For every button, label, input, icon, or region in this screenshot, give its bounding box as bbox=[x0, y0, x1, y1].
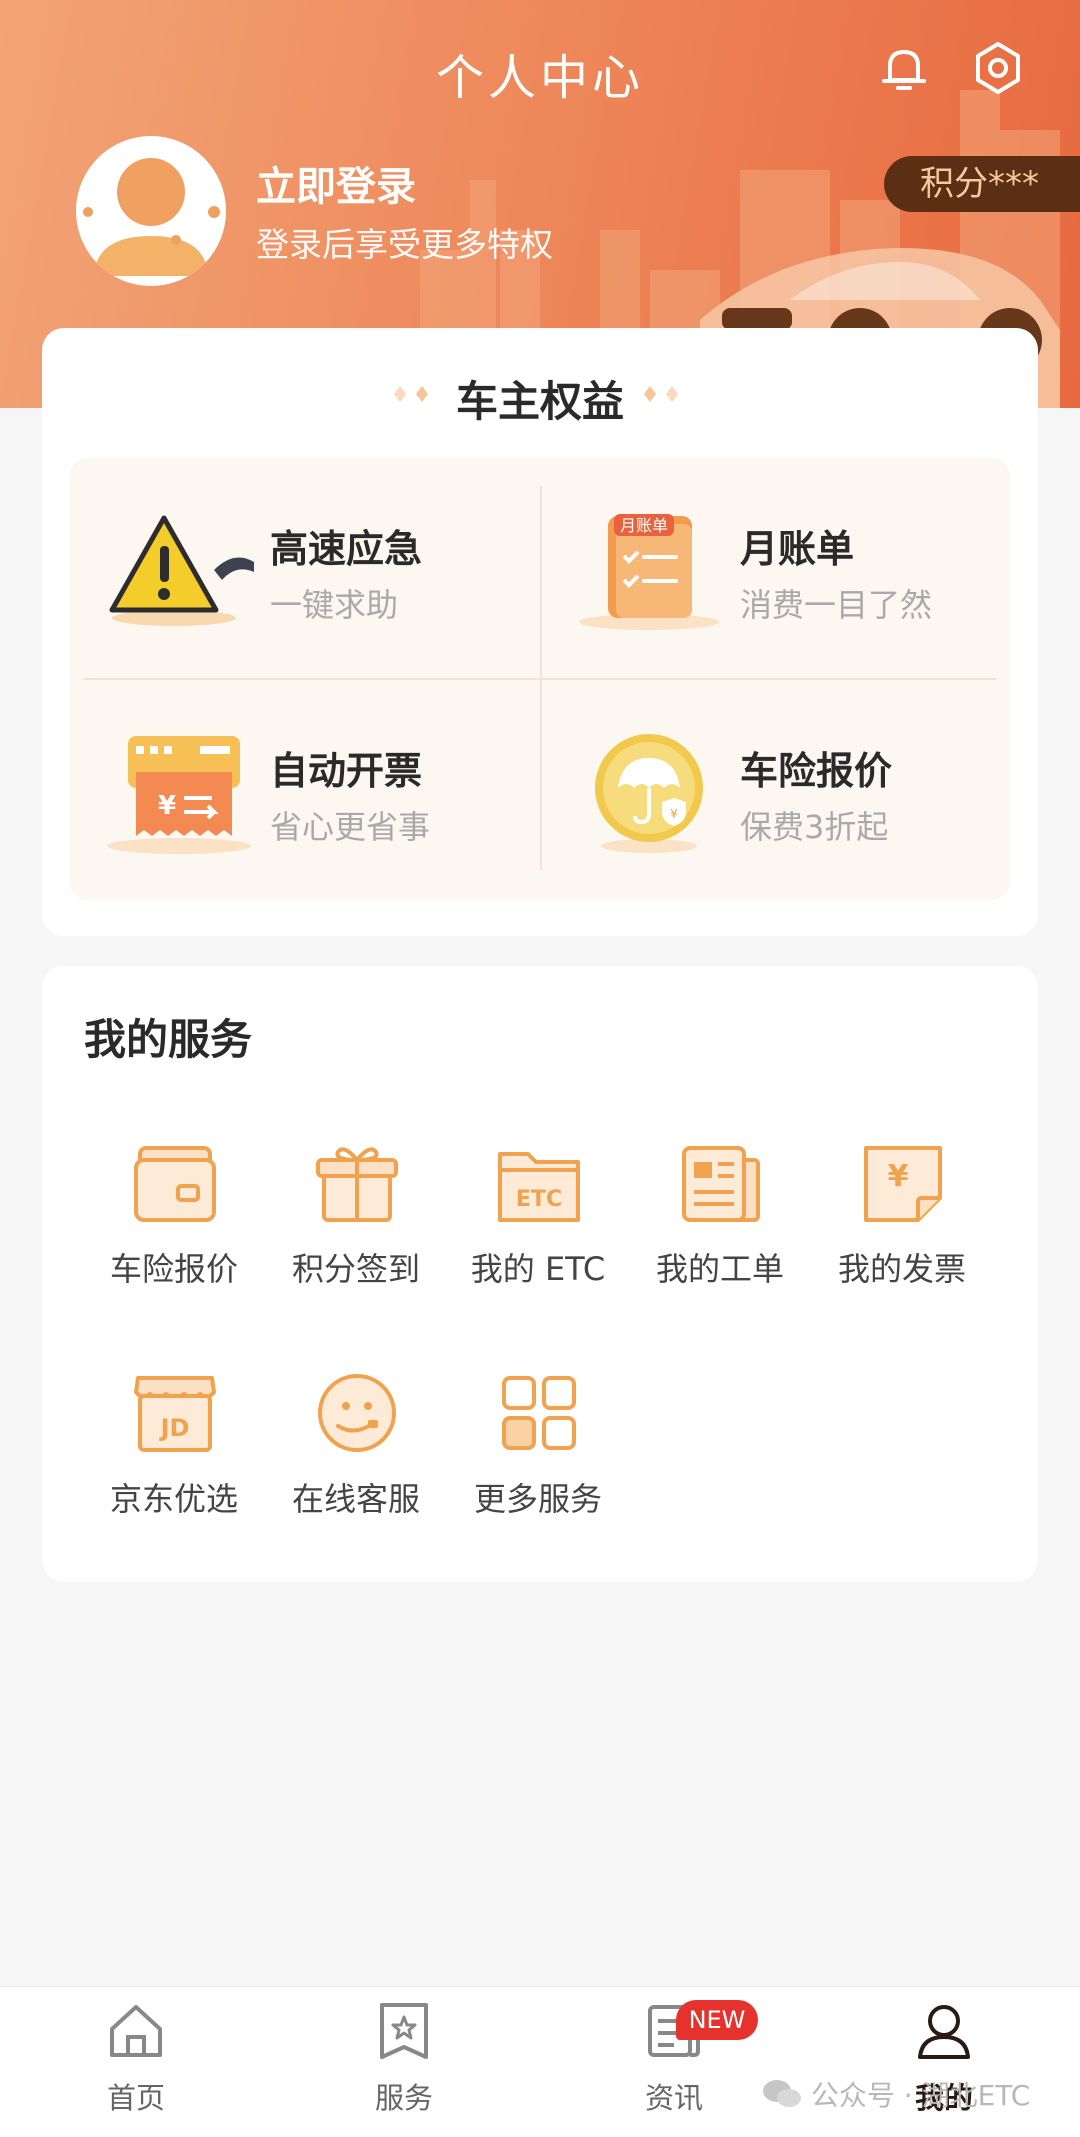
invoice-ticket-icon: ¥ bbox=[107, 736, 251, 854]
monthly-bill-icon-label: 月账单 bbox=[620, 516, 668, 535]
tab-label: 服务 bbox=[374, 2081, 433, 2115]
points-badge[interactable]: 积分*** bbox=[884, 156, 1080, 212]
benefit-subtitle: 保费3折起 bbox=[740, 808, 889, 846]
tab-label: 资讯 bbox=[644, 2081, 703, 2115]
services-title: 我的服务 bbox=[84, 1015, 253, 1064]
service-label: 我的工单 bbox=[655, 1250, 784, 1288]
service-work-order[interactable]: 我的工单 bbox=[628, 1140, 812, 1340]
bell-icon[interactable] bbox=[876, 40, 932, 96]
invoice-icon: ¥ bbox=[864, 1146, 942, 1222]
svg-text:¥: ¥ bbox=[670, 807, 678, 821]
umbrella-coin-icon: ¥ bbox=[595, 734, 703, 853]
user-icon bbox=[918, 2005, 970, 2059]
wechat-icon bbox=[763, 2080, 801, 2107]
benefits-grid: 高速应急 一键求助 月账单 月账单 消费一目了然 ¥ 自动开票 省心更省事 ¥ … bbox=[70, 458, 1010, 900]
new-badge: NEW bbox=[676, 2000, 758, 2040]
warning-triangle-icon bbox=[109, 515, 254, 626]
service-points-checkin[interactable]: 积分签到 bbox=[264, 1140, 448, 1340]
avatar[interactable] bbox=[76, 136, 226, 286]
watermark: 公众号 · 湖北ETC bbox=[762, 2074, 1030, 2114]
service-label: 积分签到 bbox=[291, 1250, 420, 1288]
tab-services[interactable]: 服务 bbox=[334, 2001, 474, 2131]
decor-dots-right bbox=[644, 386, 678, 402]
my-services-card: 我的服务 车险报价 积分签到 ETC 我的 ETC 我的工单 ¥ 我的发票 JD… bbox=[42, 966, 1038, 1582]
owner-benefits-card: 车主权益 高速应急 一键求助 月账单 月账单 消费一目了然 ¥ 自动开票 省心更… bbox=[42, 328, 1038, 936]
jd-store-icon: JD bbox=[134, 1376, 216, 1452]
tab-label: 首页 bbox=[106, 2081, 165, 2115]
service-label: 我的发票 bbox=[837, 1250, 966, 1288]
wallet-icon bbox=[134, 1146, 216, 1222]
svg-text:ETC: ETC bbox=[516, 1187, 562, 1212]
service-jd-select[interactable]: JD 京东优选 bbox=[82, 1370, 266, 1570]
benefits-title: 车主权益 bbox=[455, 377, 624, 426]
benefit-monthly-bill[interactable]: 月账单 月账单 消费一目了然 bbox=[540, 458, 1010, 678]
benefit-subtitle: 消费一目了然 bbox=[740, 586, 933, 624]
monthly-bill-icon: 月账单 bbox=[579, 514, 719, 630]
benefit-title: 月账单 bbox=[740, 527, 855, 571]
home-icon bbox=[110, 2005, 162, 2057]
service-label: 我的 ETC bbox=[470, 1250, 606, 1288]
bottom-tab-bar: 首页 服务 资讯 我的 bbox=[0, 1986, 1080, 2137]
service-my-invoice[interactable]: ¥ 我的发票 bbox=[810, 1140, 994, 1340]
svg-text:¥: ¥ bbox=[158, 791, 176, 821]
service-my-etc[interactable]: ETC 我的 ETC bbox=[446, 1140, 630, 1340]
benefit-title: 车险报价 bbox=[740, 749, 893, 793]
service-online-support[interactable]: 在线客服 bbox=[264, 1370, 448, 1570]
service-label: 更多服务 bbox=[473, 1480, 602, 1518]
login-subtitle: 登录后享受更多特权 bbox=[256, 225, 553, 264]
gear-icon[interactable] bbox=[970, 40, 1026, 96]
service-insurance-quote[interactable]: 车险报价 bbox=[82, 1140, 266, 1340]
service-more[interactable]: 更多服务 bbox=[446, 1370, 630, 1570]
benefit-subtitle: 省心更省事 bbox=[270, 808, 431, 846]
benefit-highway-emergency[interactable]: 高速应急 一键求助 bbox=[70, 458, 540, 678]
default-avatar-icon bbox=[76, 136, 226, 286]
work-order-icon bbox=[682, 1146, 760, 1222]
service-star-icon bbox=[380, 2003, 428, 2059]
more-grid-icon bbox=[502, 1376, 576, 1450]
service-label: 在线客服 bbox=[291, 1480, 420, 1518]
watermark-text: 公众号 · 湖北ETC bbox=[810, 2079, 1031, 2112]
benefit-subtitle: 一键求助 bbox=[270, 586, 399, 624]
benefit-title: 高速应急 bbox=[270, 527, 423, 571]
benefit-auto-invoice[interactable]: ¥ 自动开票 省心更省事 bbox=[70, 680, 540, 900]
service-label: 车险报价 bbox=[109, 1250, 238, 1288]
customer-service-icon bbox=[318, 1374, 396, 1452]
login-button[interactable]: 立即登录 bbox=[256, 154, 416, 212]
tab-home[interactable]: 首页 bbox=[66, 2001, 206, 2131]
gift-icon bbox=[316, 1147, 398, 1222]
svg-text:¥: ¥ bbox=[888, 1159, 909, 1194]
benefit-title: 自动开票 bbox=[270, 749, 423, 793]
benefit-insurance-quote[interactable]: ¥ 车险报价 保费3折起 bbox=[540, 680, 1010, 900]
svg-text:JD: JD bbox=[159, 1414, 190, 1442]
service-label: 京东优选 bbox=[109, 1480, 238, 1518]
etc-folder-icon: ETC bbox=[498, 1152, 580, 1222]
